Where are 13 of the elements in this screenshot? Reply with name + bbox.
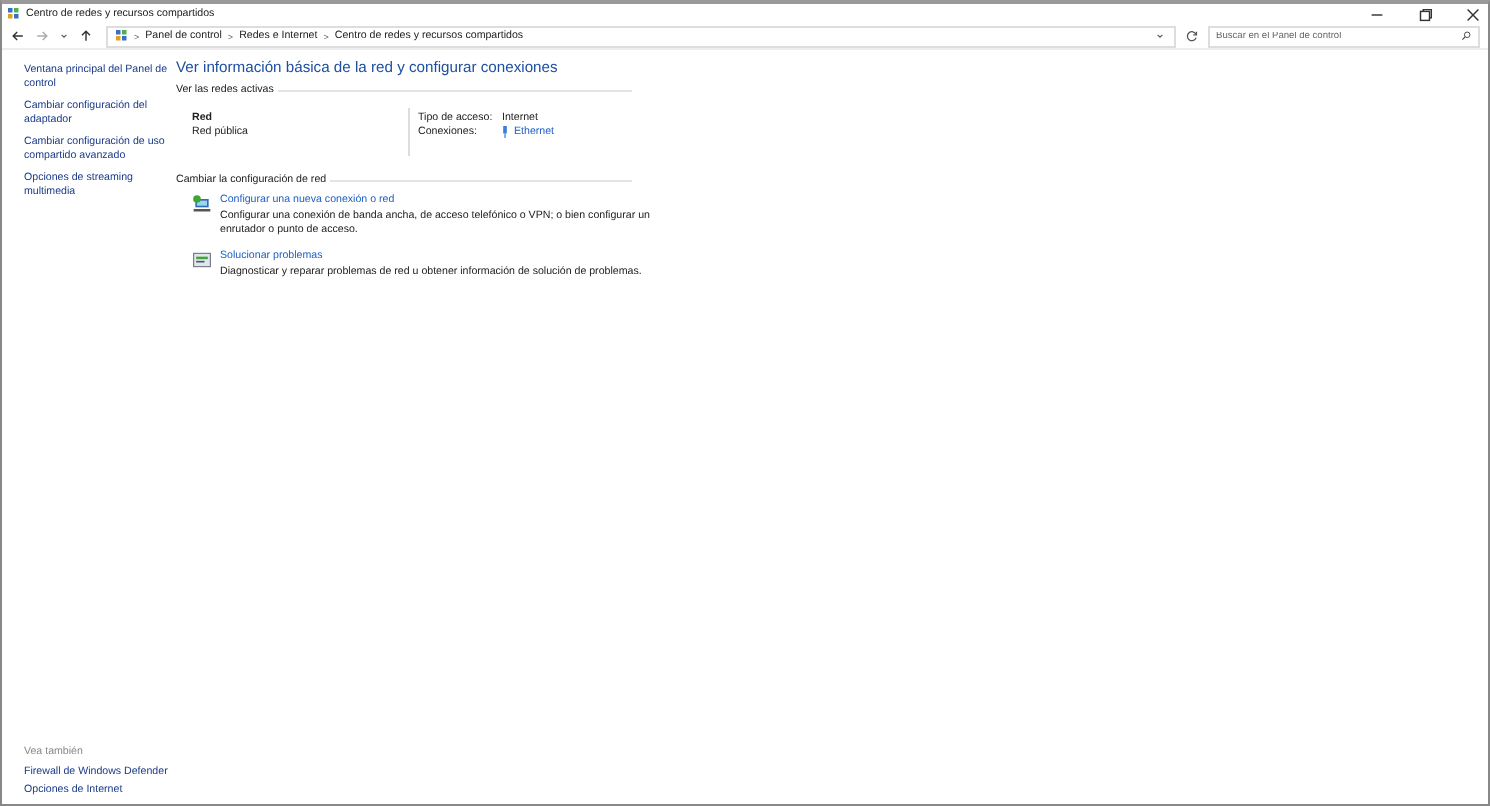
close-icon[interactable] — [1464, 5, 1482, 23]
restore-icon[interactable] — [1416, 5, 1434, 23]
control-panel-icon — [8, 8, 20, 20]
up-arrow-icon[interactable] — [78, 28, 94, 44]
network-setup-icon — [192, 194, 212, 214]
back-arrow-icon[interactable] — [10, 28, 26, 44]
chevron-down-icon[interactable] — [58, 30, 70, 42]
troubleshoot-icon — [192, 249, 212, 270]
search-icon[interactable] — [1460, 30, 1472, 42]
control-panel-icon — [116, 30, 128, 42]
chevron-down-icon[interactable] — [1154, 30, 1166, 42]
refresh-icon[interactable] — [1184, 28, 1200, 44]
ethernet-icon — [502, 126, 508, 138]
